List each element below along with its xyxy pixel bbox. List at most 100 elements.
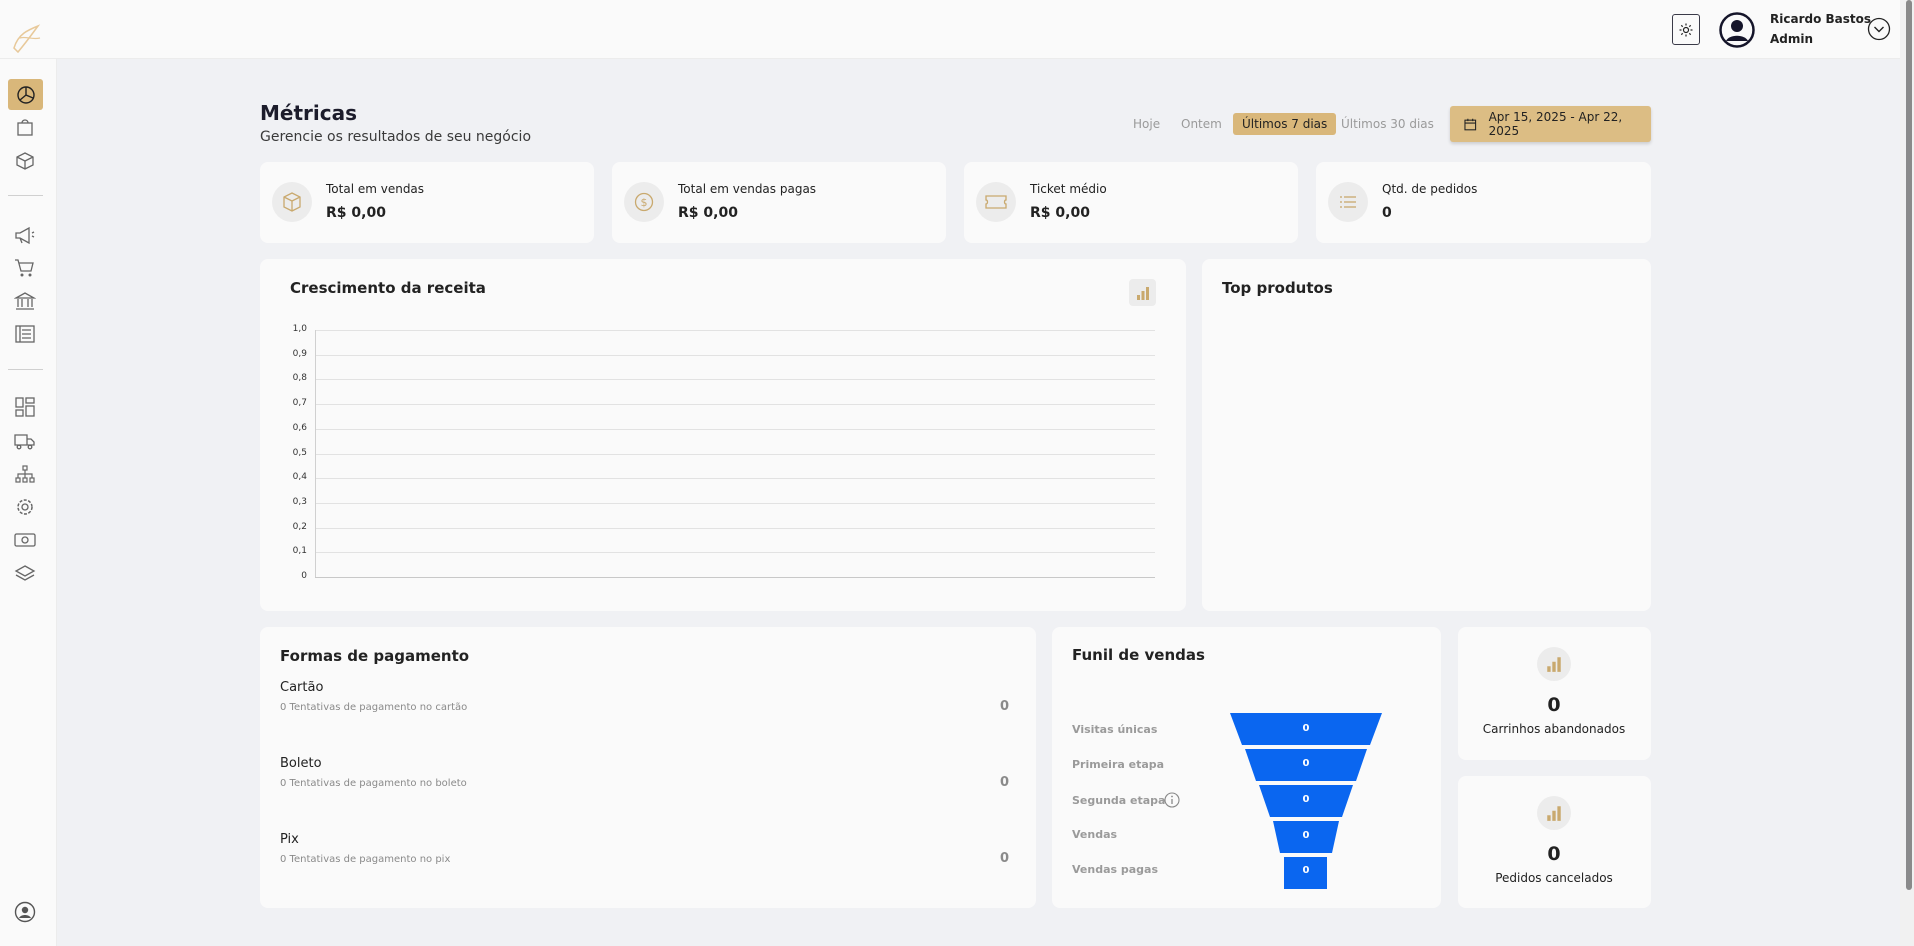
sidebar-item-dashboard[interactable]: [8, 79, 43, 110]
payment-count-pix: 0: [1000, 851, 1010, 866]
chart-gridline: [315, 577, 1155, 578]
stat-value: 0: [1382, 205, 1392, 221]
chart-gridline: [315, 330, 1155, 331]
user-role: Admin: [1770, 32, 1814, 46]
sidebar-item-marketing[interactable]: [12, 222, 38, 248]
svg-text:$: $: [641, 196, 648, 209]
top-products-title: Top produtos: [1222, 279, 1333, 297]
filter-yesterday[interactable]: Ontem: [1181, 113, 1222, 135]
chart-gridline: [315, 354, 1155, 356]
filter-last-30-days[interactable]: Últimos 30 dias: [1341, 113, 1434, 135]
filter-last-7-days[interactable]: Últimos 7 dias: [1233, 113, 1337, 135]
sidebar-item-shopping-bag[interactable]: [12, 114, 38, 140]
stat-value: R$ 0,00: [1030, 205, 1090, 221]
payment-desc-pix: 0 Tentativas de pagamento no pix: [280, 854, 451, 865]
payment-name-pix: Pix: [280, 832, 299, 847]
payment-desc-card: 0 Tentativas de pagamento no cartão: [280, 702, 468, 713]
stat-label: Ticket médio: [1030, 182, 1107, 196]
user-circle-icon: [14, 901, 36, 923]
user-name: Ricardo Bastos: [1770, 12, 1872, 26]
y-tick-label: 0,5: [292, 447, 307, 458]
sidebar-item-bank[interactable]: [12, 288, 38, 314]
payment-methods-card: [260, 627, 1036, 908]
stat-card-total-sales: Total em vendas R$ 0,00: [260, 162, 594, 243]
revenue-chart-title: Crescimento da receita: [290, 279, 486, 297]
sidebar-item-products[interactable]: [12, 148, 38, 174]
funnel-value: 0: [1302, 830, 1310, 841]
page-title: Métricas: [260, 101, 358, 125]
dollar-icon: $: [624, 182, 664, 222]
user-avatar-icon[interactable]: [1719, 12, 1755, 48]
money-icon: [14, 533, 36, 547]
filter-today[interactable]: Hoje: [1133, 113, 1160, 135]
logo-icon[interactable]: [8, 20, 46, 58]
funnel-value: 0: [1302, 794, 1310, 805]
funnel-label: Visitas únicas: [1072, 723, 1158, 736]
payment-name-card: Cartão: [280, 680, 324, 695]
bank-icon: [14, 292, 36, 310]
layout-grid-icon: [15, 397, 35, 417]
truck-icon: [14, 434, 35, 450]
funnel-value: 0: [1302, 865, 1310, 876]
gear-icon: [17, 499, 33, 515]
chart-gridline: [315, 379, 1155, 381]
sidebar-divider: [8, 195, 43, 196]
chart-gridline: [315, 527, 1155, 529]
funnel-label: Vendas pagas: [1072, 863, 1159, 876]
calendar-icon: [1464, 118, 1477, 130]
sidebar-item-reports[interactable]: [12, 321, 38, 347]
theme-toggle-button[interactable]: [1672, 14, 1700, 45]
chart-type-button[interactable]: [1129, 279, 1156, 306]
stat-value: R$ 0,00: [678, 205, 738, 221]
y-tick-label: 0,2: [292, 521, 307, 532]
y-tick-label: 0,7: [292, 398, 307, 409]
scrollbar-thumb[interactable]: [1906, 0, 1912, 890]
bar-chart-icon: [1537, 796, 1571, 830]
funnel-value: 0: [1302, 758, 1310, 769]
y-tick-label: 0,8: [292, 373, 307, 384]
sidebar-item-settings[interactable]: [12, 494, 38, 520]
stat-label: Qtd. de pedidos: [1382, 182, 1478, 196]
ticket-icon: [976, 182, 1016, 222]
chart-y-axis: [315, 330, 316, 577]
sidebar-item-layout[interactable]: [12, 394, 38, 420]
chart-gridline: [315, 428, 1155, 430]
box-icon: [272, 182, 312, 222]
sidebar-divider: [8, 369, 43, 370]
stat-label: Total em vendas pagas: [678, 182, 817, 196]
payment-count-boleto: 0: [1000, 775, 1010, 790]
chart-gridline: [315, 453, 1155, 455]
info-icon[interactable]: [1164, 792, 1180, 808]
y-tick-label: 0,1: [292, 546, 307, 557]
funnel-label: Vendas: [1072, 828, 1118, 841]
sidebar-item-structure[interactable]: [12, 461, 38, 487]
sidebar-item-layers[interactable]: [12, 560, 38, 586]
sidebar-item-payments[interactable]: [12, 527, 38, 553]
shopping-bag-icon: [17, 119, 33, 136]
table-list-icon: [15, 325, 35, 343]
payment-methods-title: Formas de pagamento: [280, 647, 470, 665]
chevron-down-icon[interactable]: [1867, 17, 1891, 41]
sidebar-item-cart[interactable]: [12, 255, 38, 281]
funnel-label: Primeira etapa: [1072, 758, 1165, 771]
sidebar-item-account[interactable]: [12, 899, 38, 925]
layers-icon: [14, 565, 36, 581]
sun-icon: [1679, 23, 1693, 36]
chart-gridline: [315, 478, 1155, 480]
funnel-value: 0: [1302, 723, 1310, 734]
megaphone-icon: [15, 226, 35, 245]
payment-name-boleto: Boleto: [280, 756, 322, 771]
bar-chart-icon: [1537, 647, 1571, 681]
sidebar-item-shipping[interactable]: [12, 428, 38, 454]
kpi-value: 0: [1547, 694, 1561, 716]
date-range-picker-button[interactable]: Apr 15, 2025 - Apr 22, 2025: [1450, 106, 1651, 142]
stat-card-order-count: Qtd. de pedidos 0: [1316, 162, 1651, 243]
y-tick-label: 0,4: [292, 472, 307, 483]
y-tick-label: 0: [301, 571, 307, 581]
y-tick-label: 0,9: [292, 348, 307, 359]
chart-gridline: [315, 404, 1155, 406]
kpi-value: 0: [1547, 843, 1561, 865]
sitemap-icon: [15, 465, 35, 483]
top-bar: [0, 0, 1900, 59]
kpi-label: Carrinhos abandonados: [1482, 722, 1626, 736]
